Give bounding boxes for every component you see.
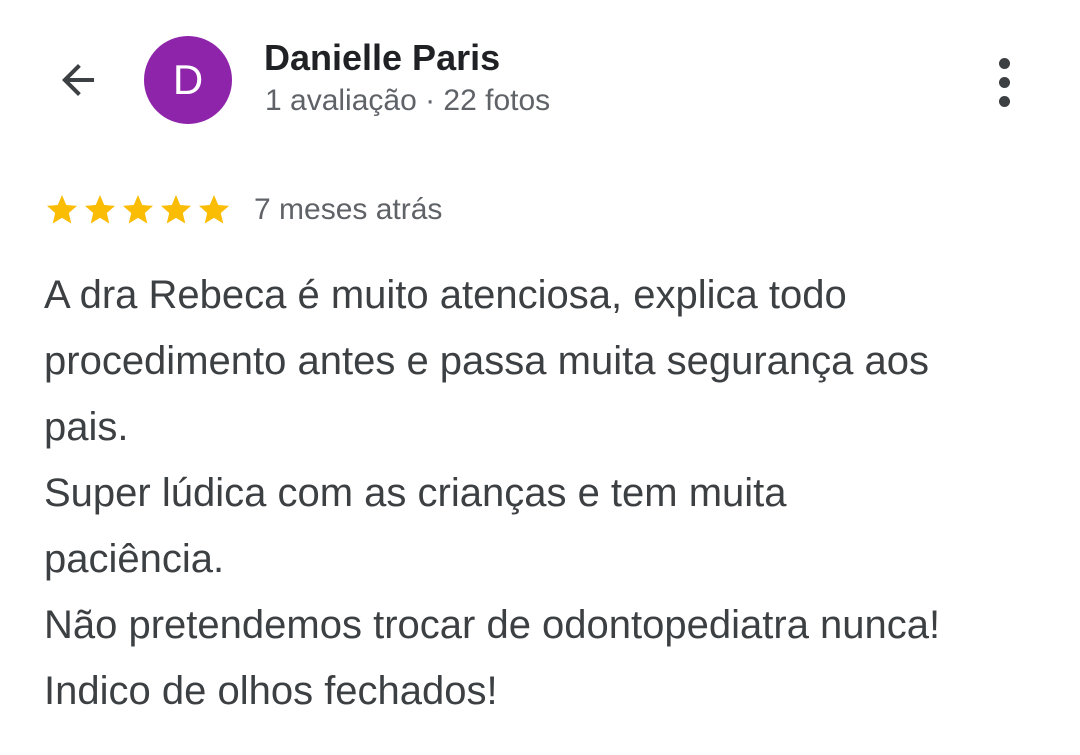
- star-icon: [199, 195, 229, 224]
- more-vert-icon-dot: [998, 95, 1010, 107]
- more-options-button[interactable]: [980, 54, 1028, 110]
- star-icon: [161, 195, 191, 224]
- review-line: paciência.: [44, 537, 225, 581]
- review-line: Não pretendemos trocar de odontopediatra…: [44, 603, 941, 647]
- star-rating: [44, 192, 232, 228]
- review-header: D Danielle Paris 1 avaliação · 22 fotos: [0, 0, 1080, 150]
- review-line: Indico de olhos fechados!: [44, 669, 498, 713]
- avatar-initial: D: [172, 56, 204, 103]
- back-button[interactable]: [48, 52, 108, 108]
- review-line: A dra Rebeca é muito atenciosa, explica …: [44, 273, 847, 317]
- avatar[interactable]: D: [144, 36, 232, 124]
- review-line: pais.: [44, 405, 129, 449]
- star-icon: [123, 195, 153, 224]
- more-vert-icon: [998, 57, 1010, 69]
- arrow-back-icon: [62, 64, 94, 96]
- star-icon: [47, 195, 77, 224]
- star-icon: [85, 195, 115, 224]
- rating-row: 7 meses atrás: [44, 190, 442, 230]
- review-time: 7 meses atrás: [254, 193, 443, 226]
- review-line: Super lúdica com as crianças e tem muita: [44, 471, 787, 515]
- user-name[interactable]: Danielle Paris: [264, 36, 500, 80]
- user-meta: 1 avaliação · 22 fotos: [265, 84, 551, 117]
- more-vert-icon-dot: [998, 76, 1010, 88]
- review-body: A dra Rebeca é muito atenciosa, explica …: [44, 262, 1054, 724]
- review-line: procedimento antes e passa muita seguran…: [44, 339, 929, 383]
